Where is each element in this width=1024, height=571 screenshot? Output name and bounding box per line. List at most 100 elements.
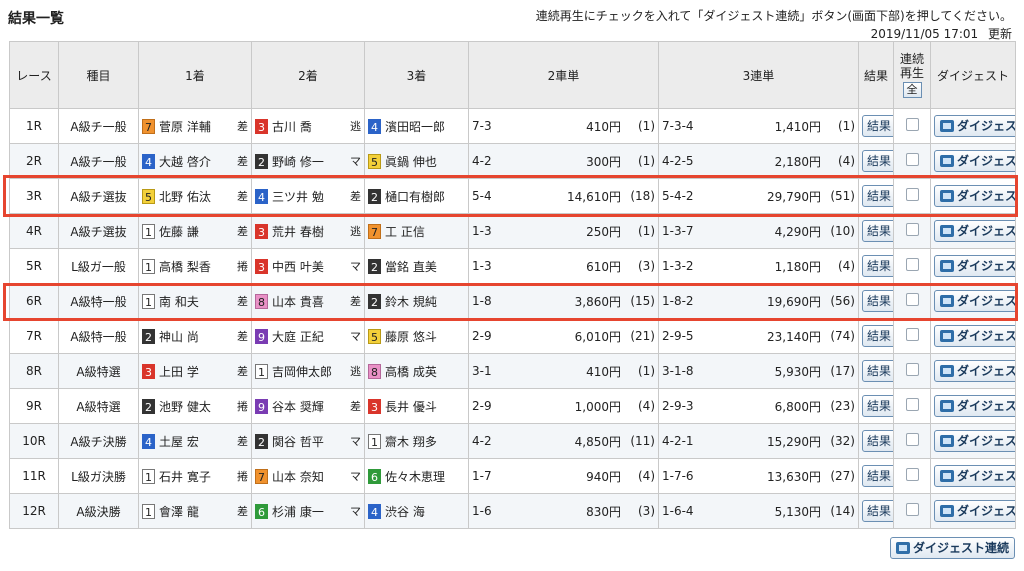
racer-cell: 9 大庭 正紀 マ	[255, 328, 361, 345]
trifecta-combo: 3-1-8	[662, 364, 694, 378]
result-button[interactable]: 結果	[862, 325, 893, 347]
continuous-play-checkbox[interactable]	[905, 433, 919, 446]
racer-name: 山本 奈知	[272, 469, 324, 484]
continuous-digest-label: ダイジェスト連続	[912, 541, 1009, 555]
result-button[interactable]: 結果	[862, 500, 893, 522]
continuous-play-checkbox[interactable]	[905, 223, 919, 236]
continuous-cell	[893, 178, 931, 214]
result-button[interactable]: 結果	[862, 115, 893, 137]
continuous-play-checkbox[interactable]	[905, 118, 919, 131]
first-place-cell: 2 神山 尚 差	[138, 318, 252, 354]
continuous-play-checkbox[interactable]	[905, 188, 919, 201]
trifecta-payout: 6,800円	[774, 399, 821, 414]
race-number: 2R	[9, 143, 59, 179]
continuous-play-checkbox[interactable]	[905, 363, 919, 376]
result-button[interactable]: 結果	[862, 255, 893, 277]
continuous-digest-button[interactable]: ダイジェスト連続	[889, 537, 1015, 559]
third-place-cell: 5 藤原 悠斗	[364, 318, 469, 354]
racer-name: 菅原 洋輔	[159, 119, 211, 134]
racer-cell: 1 佐藤 謙 差	[142, 223, 248, 240]
digest-button[interactable]: ダイジェスト	[934, 255, 1015, 277]
first-place-cell: 3 上田 学 差	[138, 353, 252, 389]
table-row: 8R A級特選 3 上田 学差 1 吉岡伸太郎逃 8 高橋 成英 3-1 410円 (1) 3-1-8…	[9, 353, 1016, 389]
select-all-button[interactable]: 全	[902, 82, 922, 98]
second-place-cell: 8 山本 貴喜 差	[251, 283, 365, 319]
table-row: 4R A級チ選抜 1 佐藤 謙差 3 荒井 春樹逃 7 工 正信 1-3 250円 (1) 1-3-7…	[9, 213, 1016, 249]
digest-button[interactable]: ダイジェスト	[934, 115, 1015, 137]
digest-button[interactable]: ダイジェスト	[934, 395, 1015, 417]
trifecta-cell: 1-6-4 5,130円 (14)	[658, 493, 859, 529]
exacta-combo: 7-3	[472, 119, 492, 133]
exacta-payout: 940円	[586, 469, 621, 484]
race-type: A級チ一般	[58, 108, 139, 144]
result-button[interactable]: 結果	[862, 360, 893, 382]
racer-cell: 2 樋口有樹郎	[368, 188, 465, 205]
film-icon	[940, 365, 954, 377]
exacta-payout: 250円	[586, 224, 621, 239]
trifecta-payout: 1,410円	[774, 119, 821, 134]
col-first: 1着	[138, 41, 252, 109]
digest-label: ダイジェスト	[957, 189, 1015, 203]
result-button[interactable]: 結果	[862, 395, 893, 417]
film-icon	[940, 330, 954, 342]
racer-name: 上田 学	[159, 364, 199, 379]
table-row: 1R A級チ一般 7 菅原 洋輔差 3 古川 喬逃 4 濱田昭一郎 7-3 410円 (1) 7-3-…	[9, 108, 1016, 144]
result-button[interactable]: 結果	[862, 185, 893, 207]
digest-button[interactable]: ダイジェスト	[934, 430, 1015, 452]
result-button[interactable]: 結果	[862, 290, 893, 312]
racer-name: 古川 喬	[272, 119, 312, 134]
refresh-link[interactable]: 更新	[988, 27, 1012, 41]
digest-label: ダイジェスト	[957, 469, 1015, 483]
continuous-play-checkbox[interactable]	[905, 153, 919, 166]
continuous-play-checkbox[interactable]	[905, 293, 919, 306]
trifecta-combo: 1-7-6	[662, 469, 694, 483]
trifecta-payout: 19,690円	[767, 294, 821, 309]
digest-button[interactable]: ダイジェスト	[934, 220, 1015, 242]
racer-name: 池野 健太	[159, 399, 211, 414]
frame-number-badge: 2	[255, 153, 268, 169]
digest-button[interactable]: ダイジェスト	[934, 325, 1015, 347]
exacta-cell: 4-2 4,850円 (11)	[468, 423, 659, 459]
result-button[interactable]: 結果	[862, 150, 893, 172]
digest-button[interactable]: ダイジェスト	[934, 290, 1015, 312]
racer-name: 樋口有樹郎	[385, 189, 446, 204]
digest-button[interactable]: ダイジェスト	[934, 360, 1015, 382]
race-type: L級ガ決勝	[58, 458, 139, 494]
tactic-mark: 捲	[237, 260, 248, 273]
trifecta-payout: 1,180円	[774, 259, 821, 274]
second-place-cell: 3 中西 叶美 マ	[251, 248, 365, 284]
frame-number-badge: 4	[368, 503, 381, 519]
racer-cell: 7 工 正信	[368, 223, 465, 240]
result-button[interactable]: 結果	[862, 430, 893, 452]
third-place-cell: 2 鈴木 規純	[364, 283, 469, 319]
digest-button[interactable]: ダイジェスト	[934, 465, 1015, 487]
race-type: L級ガ一般	[58, 248, 139, 284]
exacta-cell: 1-7 940円 (4)	[468, 458, 659, 494]
table-row: 3R A級チ選抜 5 北野 佑汰差 4 三ツ井 勉差 2 樋口有樹郎 5-4 14,610円 (18…	[9, 178, 1016, 214]
race-number: 1R	[9, 108, 59, 144]
digest-button[interactable]: ダイジェスト	[934, 150, 1015, 172]
continuous-play-checkbox[interactable]	[905, 503, 919, 516]
result-button[interactable]: 結果	[862, 220, 893, 242]
frame-number-badge: 1	[142, 293, 155, 309]
digest-button[interactable]: ダイジェスト	[934, 185, 1015, 207]
exacta-popularity: (1)	[638, 154, 655, 168]
frame-number-badge: 9	[255, 398, 268, 414]
continuous-play-checkbox[interactable]	[905, 328, 919, 341]
result-button[interactable]: 結果	[862, 465, 893, 487]
race-number: 9R	[9, 388, 59, 424]
trifecta-cell: 2-9-5 23,140円 (74)	[658, 318, 859, 354]
trifecta-popularity: (23)	[830, 399, 855, 413]
exacta-combo: 3-1	[472, 364, 492, 378]
exacta-payout: 410円	[586, 119, 621, 134]
digest-label: ダイジェスト	[957, 154, 1015, 168]
trifecta-payout: 4,290円	[774, 224, 821, 239]
race-type: A級チ一般	[58, 143, 139, 179]
racer-name: 眞鍋 伸也	[385, 154, 437, 169]
exacta-combo: 1-8	[472, 294, 492, 308]
digest-button[interactable]: ダイジェスト	[934, 500, 1015, 522]
continuous-play-checkbox[interactable]	[905, 398, 919, 411]
continuous-play-checkbox[interactable]	[905, 468, 919, 481]
film-icon	[940, 470, 954, 482]
continuous-play-checkbox[interactable]	[905, 258, 919, 271]
